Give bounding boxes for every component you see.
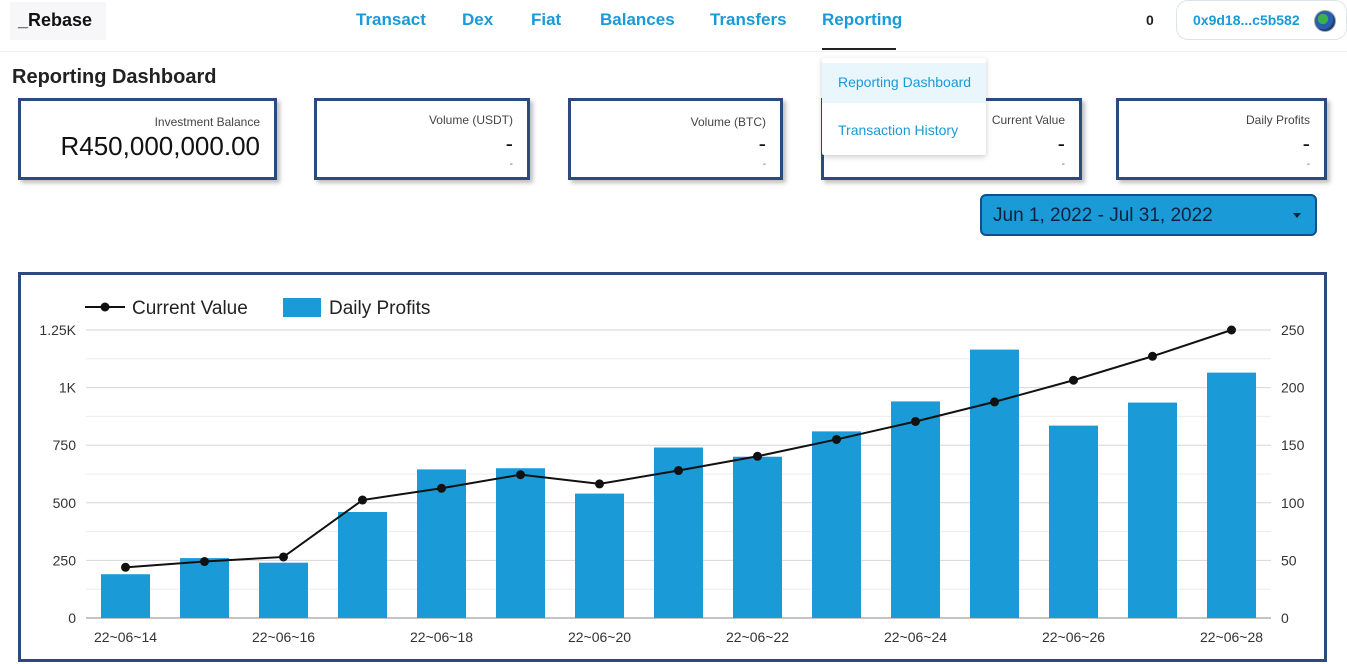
point-current-value <box>674 466 683 476</box>
point-current-value <box>358 495 367 505</box>
chart-panel: 0 250 500 750 1K 1.25K 0 50 100 150 200 250 22~06~14… <box>18 272 1327 662</box>
bar-daily-profits <box>1207 372 1256 618</box>
bar-daily-profits <box>733 456 782 618</box>
point-current-value <box>753 451 762 461</box>
y-left-tick-label: 1K <box>59 380 77 396</box>
card-value: - <box>758 131 766 156</box>
y-left-tick-label: 1.25K <box>39 322 76 338</box>
legend-line-marker <box>100 302 110 312</box>
x-tick-label: 22~06~24 <box>884 629 947 645</box>
card-label: Investment Balance <box>154 115 260 129</box>
card-sub: - <box>1061 159 1065 170</box>
y-right-tick-label: 150 <box>1281 437 1305 453</box>
card-label: Volume (USDT) <box>428 113 513 127</box>
nav-reporting[interactable]: Reporting <box>822 10 902 30</box>
y-left-tick-label: 750 <box>53 437 77 453</box>
app-logo[interactable]: _Rebase <box>10 2 106 40</box>
point-current-value <box>911 416 920 426</box>
notification-count: 0 <box>1146 12 1154 28</box>
bar-daily-profits <box>101 574 150 618</box>
bar-daily-profits <box>1128 402 1177 618</box>
card-sub: - <box>509 159 513 170</box>
nav-fiat[interactable]: Fiat <box>531 10 561 30</box>
bar-daily-profits <box>338 512 387 618</box>
card-label: Current Value <box>991 113 1065 127</box>
card-volume-btc: Volume (BTC) - - <box>568 98 783 180</box>
nav-active-indicator <box>822 48 896 50</box>
legend-label-current-value: Current Value <box>132 298 248 319</box>
point-current-value <box>121 562 130 572</box>
point-current-value <box>437 483 446 493</box>
caret-down-icon <box>1293 213 1301 218</box>
point-current-value <box>990 397 999 407</box>
card-volume-usdt: Volume (USDT) - - <box>314 98 530 180</box>
point-current-value <box>1069 375 1078 385</box>
point-current-value <box>516 470 525 480</box>
card-label: Daily Profits <box>1245 113 1310 127</box>
card-value: - <box>1057 131 1065 156</box>
bar-daily-profits <box>575 493 624 618</box>
combo-chart: 0 250 500 750 1K 1.25K 0 50 100 150 200 250 22~06~14… <box>39 298 1305 645</box>
point-current-value <box>1148 351 1157 361</box>
card-investment-balance: Investment Balance R450,000,000.00 <box>18 98 277 180</box>
bar-daily-profits <box>1049 425 1098 618</box>
point-current-value <box>1227 325 1236 335</box>
wallet-address: 0x9d18...c5b582 <box>1193 12 1300 28</box>
bar-daily-profits <box>496 468 545 618</box>
nav-balances[interactable]: Balances <box>600 10 675 30</box>
card-sub: - <box>1306 159 1310 170</box>
y-right-tick-label: 250 <box>1281 322 1305 338</box>
bar-daily-profits <box>970 349 1019 618</box>
point-current-value <box>595 479 604 489</box>
point-current-value <box>200 557 209 567</box>
card-sub: - <box>762 159 766 170</box>
x-tick-label: 22~06~20 <box>568 629 631 645</box>
y-right-tick-label: 0 <box>1281 610 1289 626</box>
menu-item-reporting-dashboard[interactable]: Reporting Dashboard <box>822 63 986 103</box>
y-right-tick-label: 100 <box>1281 495 1305 511</box>
y-left-tick-label: 250 <box>53 552 77 568</box>
y-left-tick-label: 0 <box>68 610 76 626</box>
point-current-value <box>832 434 841 444</box>
nav-transact[interactable]: Transact <box>356 10 426 30</box>
y-right-tick-label: 50 <box>1281 552 1297 568</box>
x-tick-label: 22~06~26 <box>1042 629 1105 645</box>
card-value: - <box>505 131 513 156</box>
card-label: Volume (BTC) <box>690 115 766 129</box>
card-value: R450,000,000.00 <box>60 131 260 161</box>
x-tick-label: 22~06~28 <box>1200 629 1263 645</box>
date-range-label: Jun 1, 2022 - Jul 31, 2022 <box>993 205 1213 226</box>
y-right-tick-label: 200 <box>1281 380 1305 396</box>
card-value: - <box>1302 131 1310 156</box>
y-left-tick-label: 500 <box>53 495 77 511</box>
page-title: Reporting Dashboard <box>12 66 217 88</box>
bar-daily-profits <box>891 401 940 618</box>
bar-daily-profits <box>259 562 308 618</box>
point-current-value <box>279 552 288 562</box>
bar-daily-profits <box>180 558 229 618</box>
legend-label-daily-profits: Daily Profits <box>329 298 430 319</box>
nav-dex[interactable]: Dex <box>462 10 493 30</box>
wallet-button[interactable]: 0x9d18...c5b582 <box>1176 0 1347 40</box>
nav-transfers[interactable]: Transfers <box>710 10 787 30</box>
x-tick-label: 22~06~14 <box>94 629 157 645</box>
x-tick-label: 22~06~18 <box>410 629 473 645</box>
wallet-avatar-icon <box>1314 10 1336 32</box>
top-navbar: _Rebase Transact Dex Fiat Balances Trans… <box>0 0 1347 52</box>
bar-daily-profits <box>812 431 861 618</box>
reporting-dropdown-menu: Reporting Dashboard Transaction History <box>822 58 986 155</box>
x-tick-label: 22~06~16 <box>252 629 315 645</box>
menu-item-transaction-history[interactable]: Transaction History <box>822 111 986 151</box>
date-range-picker[interactable]: Jun 1, 2022 - Jul 31, 2022 <box>980 194 1317 236</box>
legend-bar-swatch <box>283 298 321 317</box>
x-tick-label: 22~06~22 <box>726 629 789 645</box>
card-daily-profits: Daily Profits - - <box>1116 98 1327 180</box>
